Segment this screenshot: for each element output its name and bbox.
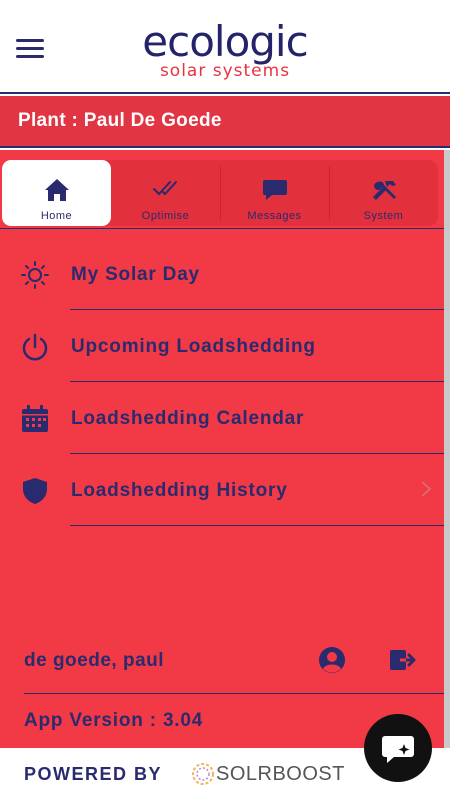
logo-wordmark: ecologic bbox=[142, 17, 308, 66]
solrboost-logo-icon bbox=[192, 763, 214, 785]
menu-item-label: Upcoming Loadshedding bbox=[71, 336, 316, 357]
tab-bar: Home Optimise Messages System bbox=[2, 160, 438, 226]
user-profile-icon[interactable] bbox=[317, 645, 347, 675]
plant-title: Plant : Paul De Goede bbox=[18, 110, 222, 131]
chevron-right-icon bbox=[421, 481, 432, 497]
divider bbox=[70, 525, 444, 526]
side-menu-panel: Home Optimise Messages System My Solar D… bbox=[0, 150, 450, 748]
menu-item-label: My Solar Day bbox=[71, 264, 200, 285]
power-icon bbox=[22, 333, 48, 361]
app-version: App Version : 3.04 bbox=[24, 710, 204, 731]
menu-icon[interactable] bbox=[16, 39, 44, 59]
chat-button[interactable] bbox=[364, 714, 432, 782]
chat-sparkle-icon bbox=[382, 736, 414, 763]
tab-home-label: Home bbox=[40, 210, 73, 222]
tab-system[interactable]: System bbox=[329, 160, 438, 226]
ecologic-logo: ecologic solar systems bbox=[115, 20, 335, 86]
menu-item-label: Loadshedding History bbox=[71, 480, 288, 501]
tab-messages-label: Messages bbox=[247, 210, 302, 222]
menu-item-loadshedding-calendar[interactable]: Loadshedding Calendar bbox=[0, 382, 446, 454]
powered-by-label: POWERED BY bbox=[24, 764, 163, 784]
calendar-icon bbox=[22, 405, 48, 432]
tabs-divider bbox=[0, 228, 446, 229]
app-header: ecologic solar systems bbox=[0, 0, 450, 94]
tab-system-label: System bbox=[363, 210, 404, 222]
menu-item-upcoming-loadshedding[interactable]: Upcoming Loadshedding bbox=[0, 310, 446, 382]
user-name: de goede, paul bbox=[24, 650, 165, 671]
sun-icon bbox=[21, 261, 49, 289]
solrboost-brand: SOLRBOOST bbox=[216, 763, 345, 785]
double-check-icon bbox=[152, 181, 177, 196]
tab-home[interactable]: Home bbox=[2, 160, 111, 226]
tab-optimise[interactable]: Optimise bbox=[111, 160, 220, 226]
scrollbar[interactable] bbox=[444, 150, 450, 748]
menu-item-label: Loadshedding Calendar bbox=[71, 408, 305, 429]
shield-icon bbox=[23, 478, 47, 504]
logout-icon[interactable] bbox=[388, 645, 418, 675]
tools-icon bbox=[372, 181, 396, 200]
home-icon bbox=[44, 179, 69, 201]
menu-item-my-solar-day[interactable]: My Solar Day bbox=[0, 238, 446, 310]
chat-bubble-icon bbox=[262, 180, 287, 200]
divider bbox=[24, 693, 444, 694]
tab-messages[interactable]: Messages bbox=[220, 160, 329, 226]
user-row: de goede, paul bbox=[0, 630, 446, 694]
menu-item-loadshedding-history[interactable]: Loadshedding History bbox=[0, 454, 446, 526]
tab-optimise-label: Optimise bbox=[141, 210, 190, 222]
plant-bar: Plant : Paul De Goede bbox=[0, 96, 450, 148]
